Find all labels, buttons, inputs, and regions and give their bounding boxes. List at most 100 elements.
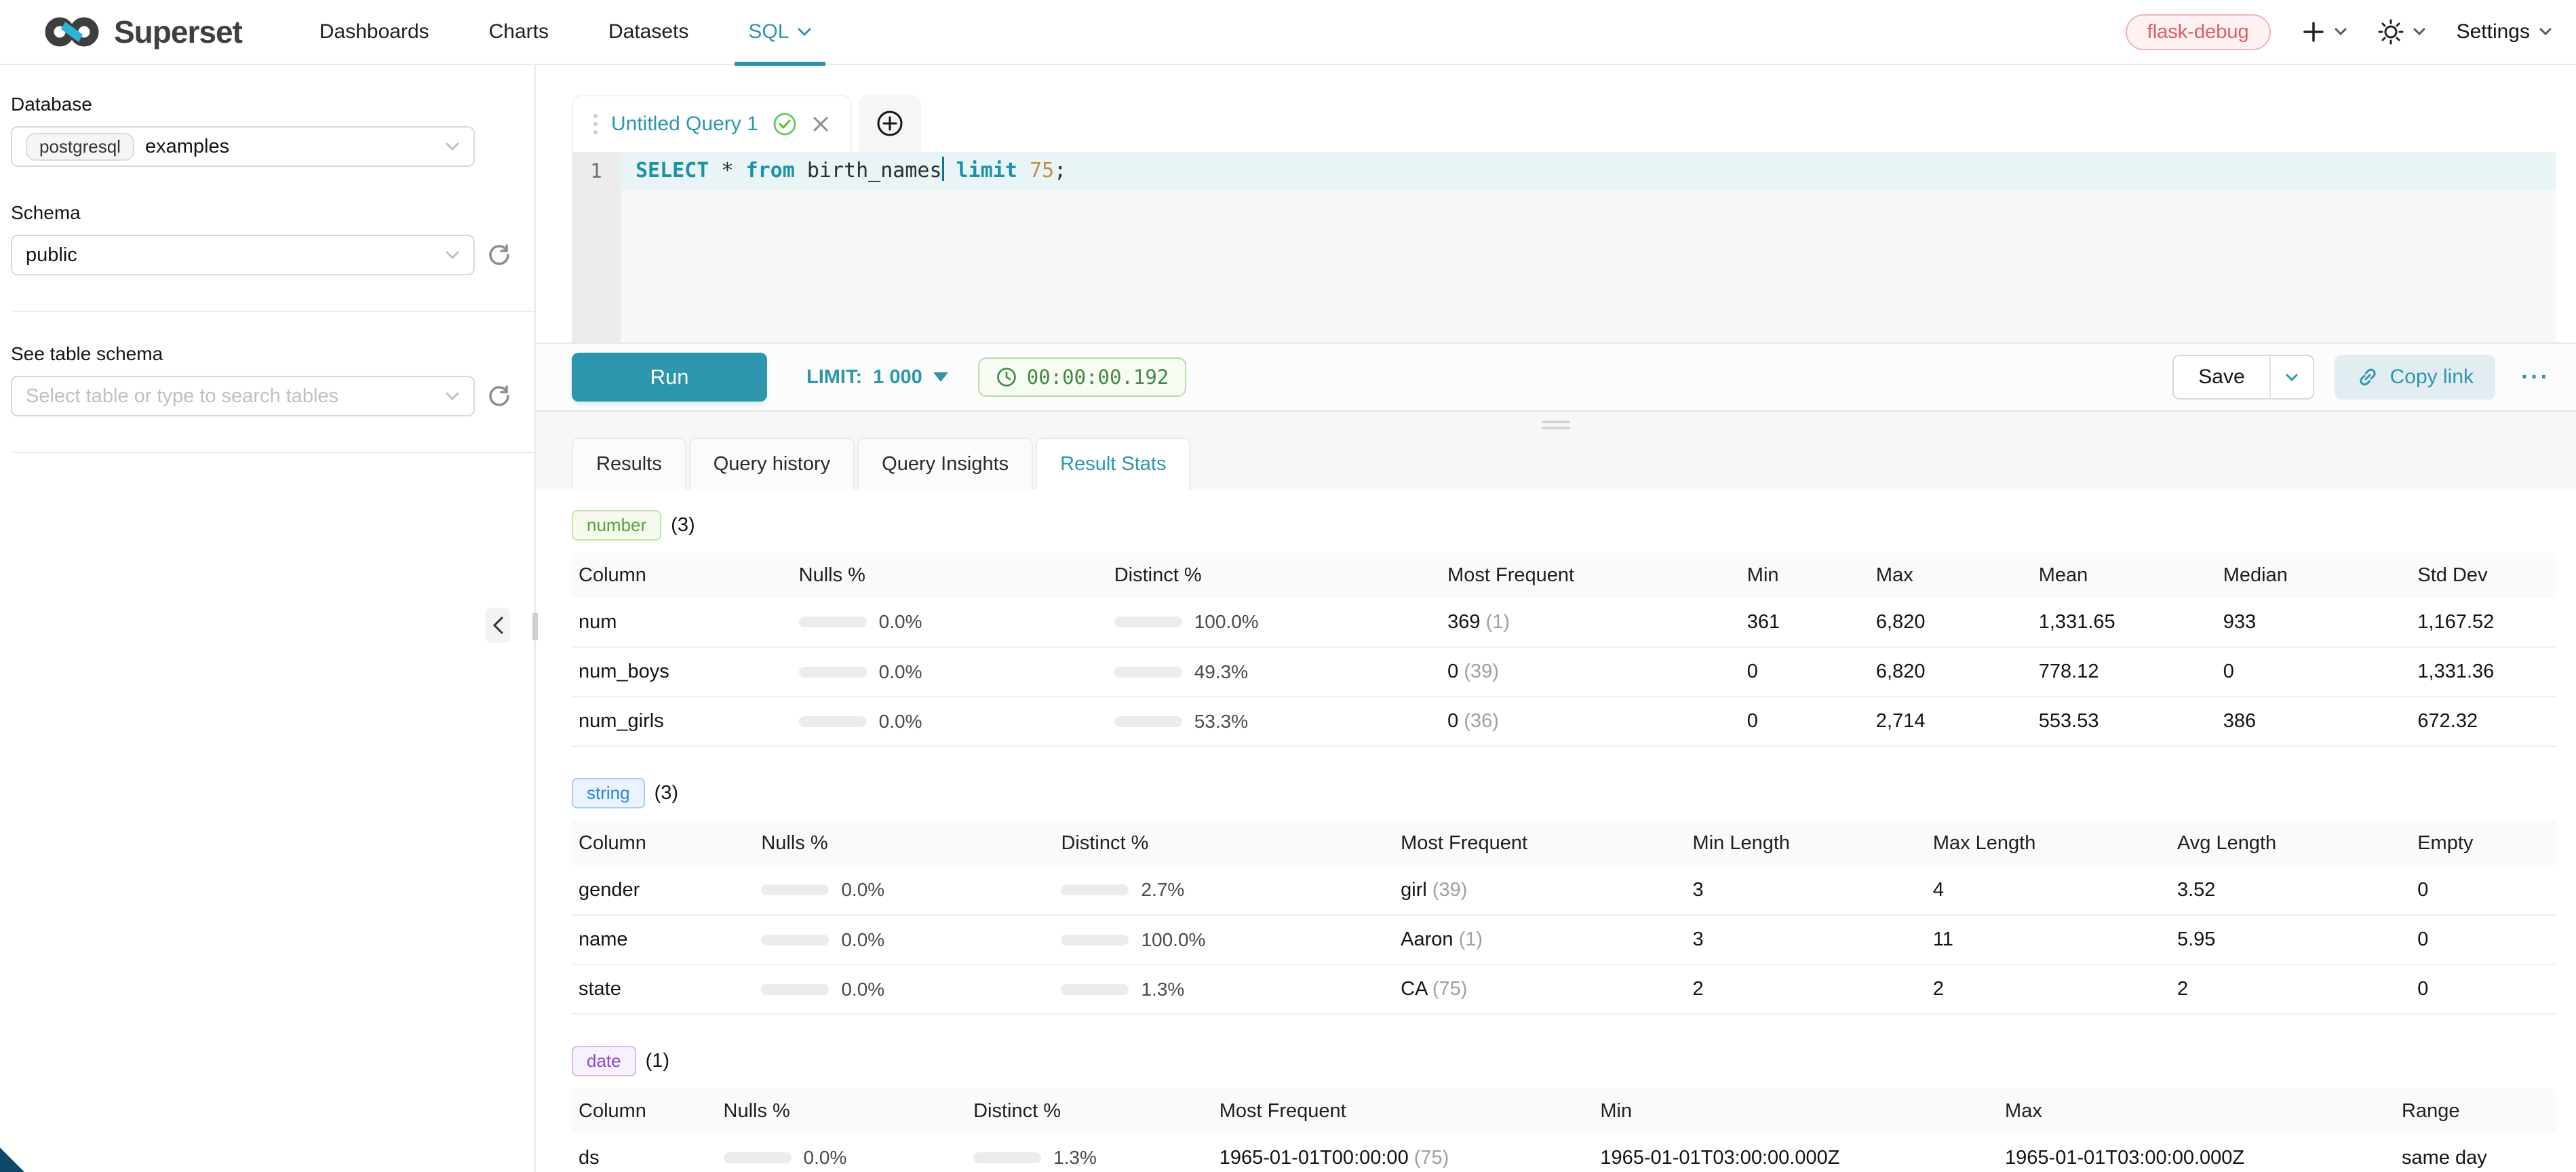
tab-results[interactable]: Results: [572, 437, 686, 490]
caret-down-icon: [933, 372, 948, 382]
cell-nulls-pct: 0.0%: [792, 647, 1108, 697]
save-button[interactable]: Save: [2174, 356, 2269, 398]
cell-column-name: state: [572, 964, 754, 1014]
editor-gutter: 1: [572, 152, 621, 343]
column-count: (3): [671, 514, 695, 536]
nulls-bar-label: 0.0%: [879, 711, 922, 732]
most-frequent-count: (39): [1458, 661, 1499, 682]
query-tab-title: Untitled Query 1: [611, 113, 758, 136]
nav-item-dashboards[interactable]: Dashboards: [290, 0, 459, 64]
sql-token: [1017, 159, 1030, 182]
copy-link-button[interactable]: Copy link: [2335, 355, 2495, 399]
sql-token: 75: [1030, 159, 1054, 182]
column-count: (1): [646, 1050, 669, 1072]
distinct-bar-label: 100.0%: [1141, 929, 1205, 951]
settings-menu[interactable]: Settings: [2457, 20, 2552, 43]
column-header: Avg Length: [2170, 821, 2411, 865]
column-header: Range: [2395, 1089, 2556, 1133]
distinct-bar-label: 49.3%: [1194, 661, 1248, 683]
theme-menu[interactable]: [2378, 19, 2425, 45]
tab-query-history[interactable]: Query history: [689, 437, 855, 490]
most-frequent-value: 369: [1447, 611, 1480, 633]
most-frequent-count: (75): [1427, 978, 1468, 1000]
stats-section-date: date(1)ColumnNulls %Distinct %Most Frequ…: [572, 1046, 2556, 1172]
table-header-row: ColumnNulls %Distinct %Most FrequentMin …: [572, 821, 2556, 865]
nulls-bar: 0.0%: [761, 929, 1045, 951]
distinct-bar: 2.7%: [1061, 879, 1384, 901]
new-item-menu[interactable]: [2302, 20, 2347, 43]
sql-token: SELECT: [636, 159, 709, 182]
table-select[interactable]: Select table or type to search tables: [11, 376, 475, 416]
cell-nulls-pct: 0.0%: [754, 915, 1054, 964]
distinct-bar: 1.3%: [973, 1147, 1203, 1169]
cell-nulls-pct: 0.0%: [792, 598, 1108, 647]
cell-most-frequent: Aaron (1): [1394, 915, 1685, 964]
cell-value: 3: [1686, 915, 1926, 964]
database-engine-tag: postgresql: [26, 133, 134, 161]
editor-code-area[interactable]: SELECT * from birth_names limit 75;: [621, 152, 2556, 343]
refresh-tables-icon[interactable]: [487, 384, 511, 408]
type-tag-date: date: [572, 1046, 636, 1076]
nulls-bar: 0.0%: [799, 661, 1098, 683]
elapsed-time: 00:00:00.192: [1027, 366, 1169, 389]
tab-query-insights[interactable]: Query Insights: [857, 437, 1033, 490]
table-row: num_boys0.0%49.3%0 (39)06,820778.1201,33…: [572, 647, 2556, 697]
cell-most-frequent: 0 (36): [1441, 697, 1740, 746]
nav-label: Dashboards: [319, 20, 429, 43]
cell-value: 11: [1926, 915, 2170, 964]
column-header: Most Frequent: [1213, 1089, 1594, 1133]
chevron-down-icon: [445, 391, 460, 401]
collapse-sidebar-button[interactable]: [486, 608, 510, 643]
table-row: gender0.0%2.7%girl (39)343.520: [572, 865, 2556, 915]
progress-bar-track: [799, 667, 867, 678]
result-tabs: Results Query history Query Insights Res…: [536, 437, 2576, 490]
copy-link-label: Copy link: [2390, 366, 2474, 389]
cell-value: 2: [2170, 964, 2411, 1014]
nulls-bar: 0.0%: [724, 1147, 958, 1169]
most-frequent-count: (36): [1458, 710, 1499, 732]
stats-table-number: ColumnNulls %Distinct %Most FrequentMinM…: [572, 553, 2556, 747]
refresh-schemas-icon[interactable]: [487, 243, 511, 267]
cell-value: 361: [1740, 598, 1869, 647]
new-query-tab-button[interactable]: [859, 95, 921, 152]
run-query-button[interactable]: Run: [572, 353, 767, 402]
cell-value: same day: [2395, 1133, 2556, 1172]
database-select[interactable]: postgresql examples: [11, 126, 475, 167]
progress-bar-track: [799, 716, 867, 727]
navbar: Superset Dashboards Charts Datasets SQL …: [0, 0, 2576, 65]
superset-infinity-icon: [41, 12, 103, 52]
cell-column-name: num_boys: [572, 647, 792, 697]
drag-handle-icon[interactable]: [593, 114, 598, 134]
most-frequent-count: (75): [1409, 1147, 1449, 1169]
tab-result-stats[interactable]: Result Stats: [1036, 437, 1190, 490]
cell-value: 1,331.36: [2411, 647, 2556, 697]
nav-item-charts[interactable]: Charts: [459, 0, 579, 64]
nulls-bar: 0.0%: [799, 611, 1098, 633]
distinct-bar: 53.3%: [1114, 711, 1431, 732]
pane-resize-handle[interactable]: [1542, 421, 1570, 429]
limit-dropdown[interactable]: LIMIT: 1 000: [806, 366, 948, 389]
section-heading: string(3): [572, 778, 2556, 808]
type-tag-string: string: [572, 778, 645, 808]
column-header: Max: [1998, 1089, 2395, 1133]
more-actions-button[interactable]: ···: [2516, 364, 2556, 391]
cell-value: 0: [1740, 647, 1869, 697]
nav-item-sql[interactable]: SQL: [718, 0, 842, 64]
close-tab-icon[interactable]: [811, 115, 830, 134]
query-tab[interactable]: Untitled Query 1: [572, 95, 852, 152]
schema-select[interactable]: public: [11, 235, 475, 275]
cell-value: 5.95: [2170, 915, 2411, 964]
sidebar-resize-handle[interactable]: [532, 613, 538, 640]
nulls-bar-label: 0.0%: [841, 879, 884, 901]
sql-code-editor[interactable]: 1 SELECT * from birth_names limit 75;: [572, 152, 2556, 343]
column-header: Column: [572, 553, 792, 598]
distinct-bar: 49.3%: [1114, 661, 1431, 683]
cell-column-name: gender: [572, 865, 754, 915]
nav-item-datasets[interactable]: Datasets: [579, 0, 718, 64]
cell-value: 1965-01-01T03:00:00.000Z: [1998, 1133, 2395, 1172]
schema-label: Schema: [11, 202, 534, 224]
save-options-caret[interactable]: [2269, 356, 2313, 398]
superset-logo[interactable]: Superset: [41, 12, 242, 52]
column-header: Empty: [2411, 821, 2556, 865]
progress-bar-track: [1061, 984, 1129, 995]
